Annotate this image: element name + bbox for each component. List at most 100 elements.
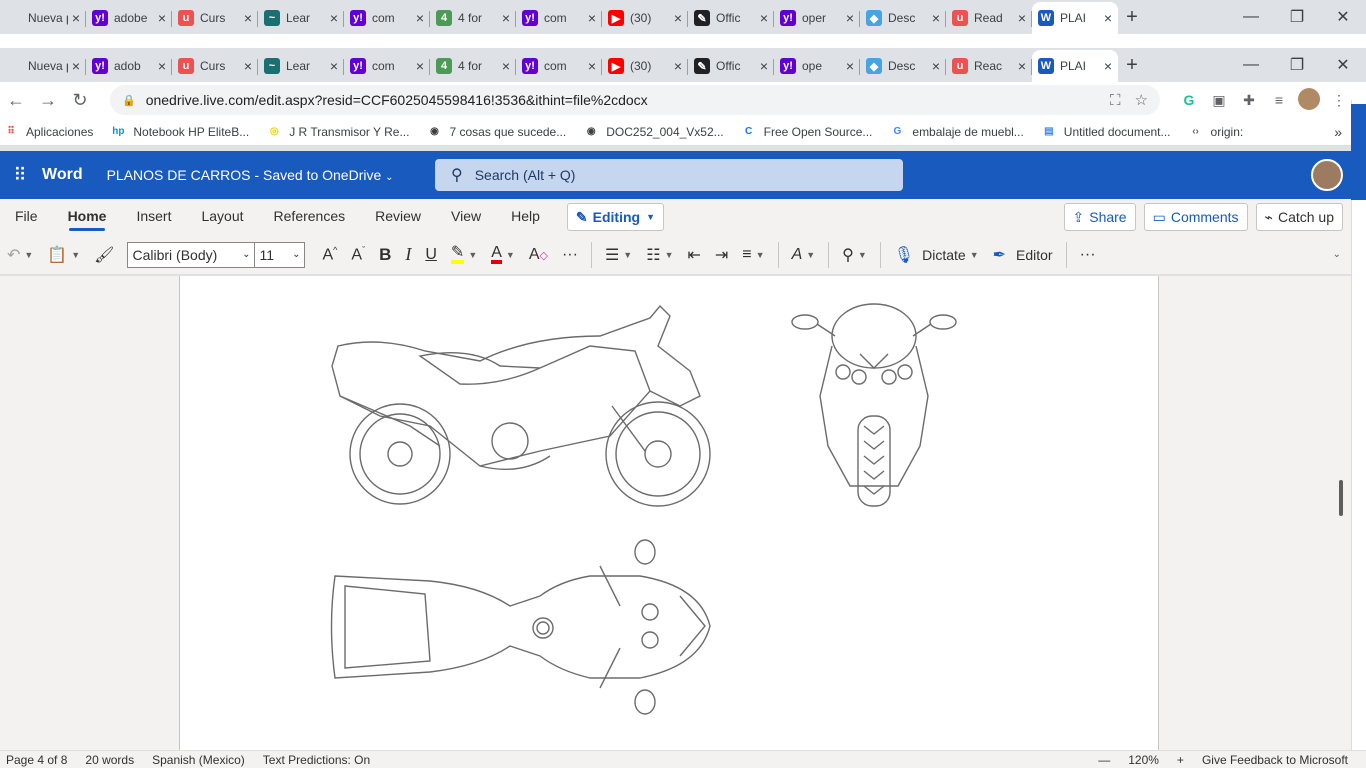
restore-icon[interactable]: ❐	[1274, 55, 1320, 75]
word-count[interactable]: 20 words	[85, 753, 134, 767]
tab-layout[interactable]: Layout	[186, 199, 258, 235]
reload-icon[interactable]: ↻	[64, 90, 96, 111]
close-tab-icon[interactable]: ×	[502, 58, 510, 74]
grow-font-button[interactable]: A^	[315, 235, 344, 275]
reading-list-icon[interactable]: ≡	[1264, 92, 1294, 108]
page-count[interactable]: Page 4 of 8	[6, 753, 67, 767]
find-button[interactable]: ⚲ ▼	[835, 235, 874, 275]
font-color-button[interactable]: A ▼	[484, 235, 522, 275]
url-text[interactable]: onedrive.live.com/edit.aspx?resid=CCF602…	[146, 92, 1096, 108]
bookmark-item[interactable]: hp Notebook HP EliteB...	[111, 125, 249, 139]
bookmark-item[interactable]: ◉ 7 cosas que sucede...	[427, 125, 566, 139]
tab-help[interactable]: Help	[496, 199, 555, 235]
browser-tab[interactable]: ▶ (30) ×	[602, 2, 688, 34]
font-size-select[interactable]: 11 ⌄	[255, 241, 306, 268]
user-avatar[interactable]	[1311, 159, 1343, 191]
bookmark-item[interactable]: ⠿ Aplicaciones	[4, 125, 93, 139]
text-predictions-status[interactable]: Text Predictions: On	[263, 753, 370, 767]
close-tab-icon[interactable]: ×	[244, 10, 252, 26]
tab-file[interactable]: File	[0, 199, 53, 235]
bold-button[interactable]: B	[372, 235, 398, 275]
close-tab-icon[interactable]: ×	[674, 10, 682, 26]
browser-tab[interactable]: ~ Lear ×	[258, 2, 344, 34]
comments-button[interactable]: ▭ Comments	[1143, 203, 1248, 231]
browser-tab[interactable]: W PLAI ×	[1032, 2, 1118, 34]
browser-tab[interactable]: ✎ Offic ×	[688, 2, 774, 34]
close-tab-icon[interactable]: ×	[588, 58, 596, 74]
browser-tab[interactable]: y! ope ×	[774, 50, 860, 82]
browser-tab[interactable]: Nueva pes ×	[0, 2, 86, 34]
dictate-button[interactable]: 🎙 Dictate ▼	[887, 235, 986, 275]
undo-button[interactable]: ↶ ▼	[0, 235, 40, 275]
omnibox[interactable]: 🔒 onedrive.live.com/edit.aspx?resid=CCF6…	[110, 85, 1160, 115]
browser-tab[interactable]: Nueva pes ×	[0, 50, 86, 82]
browser-tab[interactable]: W PLAI ×	[1032, 50, 1118, 82]
bullets-button[interactable]: ☰ ▼	[598, 235, 639, 275]
browser-tab[interactable]: y! com ×	[516, 50, 602, 82]
close-tab-icon[interactable]: ×	[1018, 58, 1026, 74]
language-indicator[interactable]: Spanish (Mexico)	[152, 753, 245, 767]
close-tab-icon[interactable]: ×	[416, 58, 424, 74]
share-button[interactable]: ⇪ Share	[1063, 203, 1136, 231]
browser-tab[interactable]: ~ Lear ×	[258, 50, 344, 82]
close-tab-icon[interactable]: ×	[932, 58, 940, 74]
browser-tab[interactable]: u Reac ×	[946, 50, 1032, 82]
tab-references[interactable]: References	[259, 199, 361, 235]
close-tab-icon[interactable]: ×	[1018, 10, 1026, 26]
lock-icon[interactable]: 🔒	[122, 94, 136, 107]
vertical-scrollbar-thumb[interactable]	[1339, 480, 1343, 516]
zoom-in-button[interactable]: +	[1177, 753, 1184, 767]
clear-format-button[interactable]: A◇	[522, 235, 555, 275]
close-tab-icon[interactable]: ×	[330, 58, 338, 74]
browser-tab[interactable]: y! adobe ×	[86, 2, 172, 34]
tab-view[interactable]: View	[436, 199, 496, 235]
close-tab-icon[interactable]: ×	[158, 58, 166, 74]
minimize-icon[interactable]: —	[1228, 56, 1274, 74]
extension-icon[interactable]: ▣	[1204, 92, 1234, 109]
browser-tab[interactable]: ◆ Desc ×	[860, 2, 946, 34]
editor-button[interactable]: ✒ Editor	[986, 235, 1060, 275]
browser-tab[interactable]: y! oper ×	[774, 2, 860, 34]
close-tab-icon[interactable]: ×	[330, 10, 338, 26]
close-tab-icon[interactable]: ×	[932, 10, 940, 26]
align-button[interactable]: ≡ ▼	[735, 235, 771, 275]
forward-icon[interactable]: →	[32, 90, 64, 111]
browser-tab[interactable]: y! com ×	[344, 50, 430, 82]
puzzle-icon[interactable]: ✚	[1234, 92, 1264, 109]
close-tab-icon[interactable]: ×	[502, 10, 510, 26]
more-font-options-button[interactable]: ···	[555, 235, 585, 275]
browser-tab[interactable]: u Curs ×	[172, 2, 258, 34]
browser-tab[interactable]: y! adob ×	[86, 50, 172, 82]
editing-mode-button[interactable]: ✎ Editing ▼	[566, 203, 665, 231]
close-tab-icon[interactable]: ×	[760, 10, 768, 26]
decrease-indent-button[interactable]: ⇤	[680, 235, 707, 275]
more-bookmarks-icon[interactable]: »	[1334, 124, 1342, 140]
browser-tab[interactable]: ◆ Desc ×	[860, 50, 946, 82]
browser-tab[interactable]: ✎ Offic ×	[688, 50, 774, 82]
browser-tab[interactable]: y! com ×	[516, 2, 602, 34]
tab-review[interactable]: Review	[360, 199, 436, 235]
new-tab-button[interactable]: +	[1118, 50, 1146, 82]
close-tab-icon[interactable]: ×	[1104, 58, 1112, 74]
bookmark-item[interactable]: ◎ J R Transmisor Y Re...	[267, 125, 410, 139]
browser-tab[interactable]: u Read ×	[946, 2, 1032, 34]
zoom-level[interactable]: 120%	[1128, 753, 1159, 767]
minimize-icon[interactable]: —	[1228, 8, 1274, 26]
close-tab-icon[interactable]: ×	[846, 58, 854, 74]
give-feedback-link[interactable]: Give Feedback to Microsoft	[1202, 753, 1348, 767]
paste-button[interactable]: 📋 ▼	[40, 235, 87, 275]
close-tab-icon[interactable]: ×	[244, 58, 252, 74]
format-painter-button[interactable]: 🖌	[87, 235, 121, 275]
close-window-icon[interactable]: ✕	[1320, 55, 1366, 75]
bookmark-item[interactable]: C Free Open Source...	[742, 125, 872, 139]
highlight-button[interactable]: ✎ ▼	[444, 235, 484, 275]
browser-tab[interactable]: 4 4 for ×	[430, 50, 516, 82]
close-tab-icon[interactable]: ×	[72, 10, 80, 26]
search-box[interactable]: ⚲ Search (Alt + Q)	[435, 159, 903, 191]
bookmark-item[interactable]: ‹› origin:	[1189, 125, 1243, 139]
bookmark-star-icon[interactable]: ☆	[1135, 91, 1148, 109]
collapse-ribbon-icon[interactable]: ⌄	[1333, 249, 1341, 260]
numbering-button[interactable]: ☷ ▼	[639, 235, 680, 275]
close-tab-icon[interactable]: ×	[588, 10, 596, 26]
font-name-select[interactable]: Calibri (Body) ⌄	[127, 241, 256, 268]
